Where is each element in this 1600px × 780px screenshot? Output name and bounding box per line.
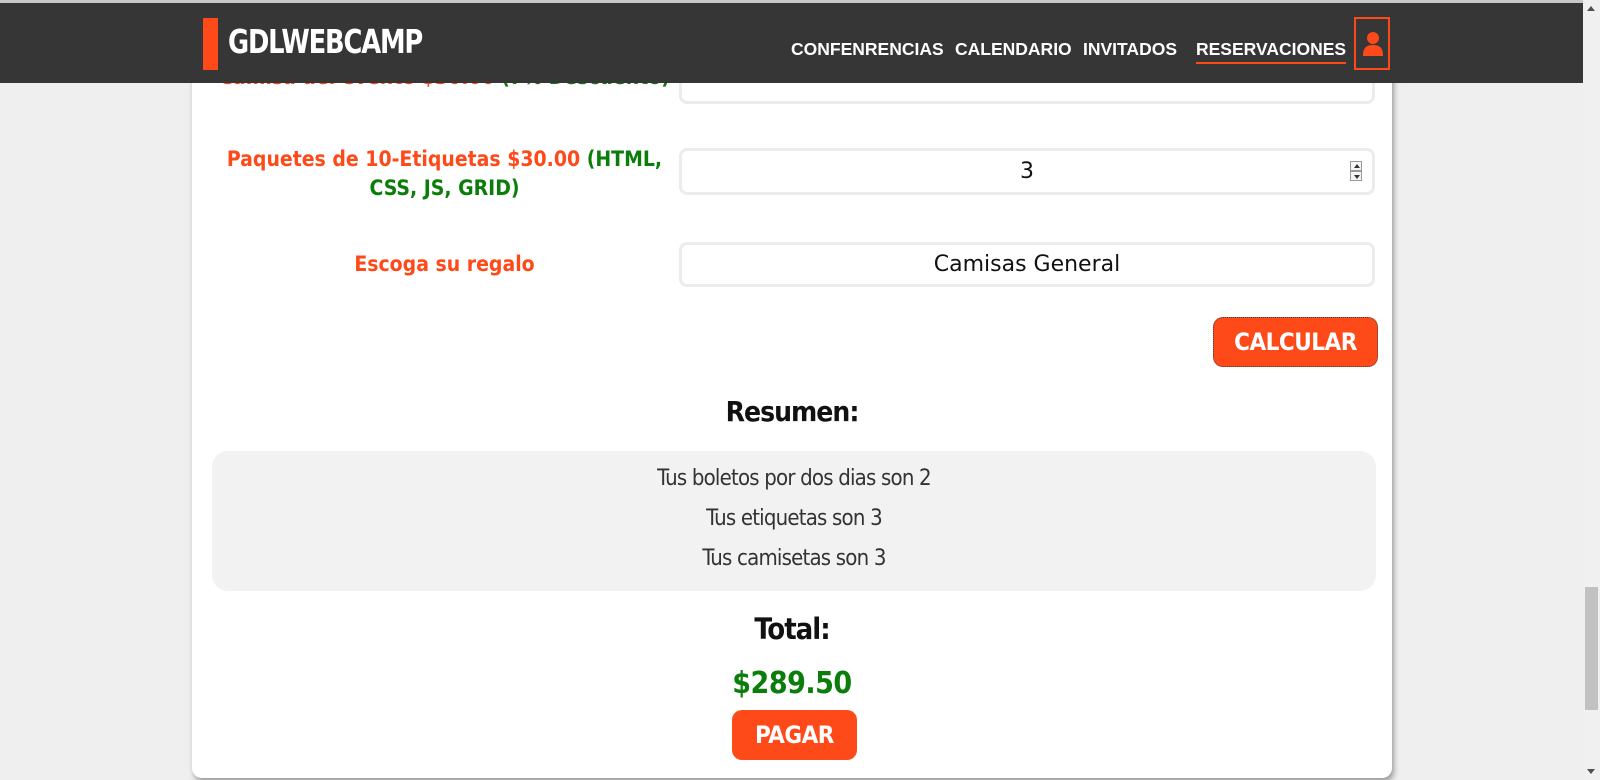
vertical-scrollbar[interactable] <box>1583 0 1600 780</box>
scroll-thumb[interactable] <box>1585 587 1598 710</box>
resumen-box: Tus boletos por dos dias son 2 Tus etiqu… <box>212 451 1376 591</box>
spin-up-icon[interactable] <box>1350 161 1362 171</box>
paquetes-label: Paquetes de 10-Etiquetas $30.00 (HTML, C… <box>217 145 672 203</box>
resumen-title: Resumen: <box>725 395 860 428</box>
total-amount: $289.50 <box>732 666 852 701</box>
pagar-button[interactable]: PAGAR <box>732 710 857 760</box>
paquetes-quantity-stepper[interactable] <box>1350 161 1362 181</box>
regalo-label: Escoga su regalo <box>354 252 535 276</box>
page: Camisa del evento $30.00 (7% Descuento) … <box>0 0 1600 780</box>
resumen-line: Tus boletos por dos dias son 2 <box>657 466 932 491</box>
site-header: GDLWEBCAMP CONFENRENCIAS CALENDARIO INVI… <box>0 3 1583 83</box>
logo-bar <box>203 18 218 70</box>
calcular-button[interactable]: CALCULAR <box>1213 317 1378 367</box>
site-logo[interactable]: GDLWEBCAMP <box>228 22 423 61</box>
nav-reservaciones[interactable]: RESERVACIONES <box>1196 39 1347 64</box>
paquetes-quantity-input[interactable]: 3 <box>679 148 1375 195</box>
paquetes-label-main: Paquetes de 10-Etiquetas $30.00 <box>226 147 581 171</box>
login-button[interactable] <box>1354 17 1390 70</box>
resumen-line: Tus camisetas son 3 <box>702 546 886 571</box>
nav-conferencias[interactable]: CONFENRENCIAS <box>791 39 944 60</box>
user-icon <box>1363 32 1383 56</box>
scroll-down-icon[interactable] <box>1587 769 1595 774</box>
total-title: Total: <box>754 612 830 646</box>
nav-calendario[interactable]: CALENDARIO <box>955 39 1072 60</box>
nav-invitados[interactable]: INVITADOS <box>1083 39 1177 60</box>
spin-down-icon[interactable] <box>1350 171 1362 181</box>
resumen-line: Tus etiquetas son 3 <box>706 506 883 531</box>
paquetes-quantity-value: 3 <box>1020 159 1034 184</box>
regalo-select[interactable]: Camisas General <box>679 242 1375 287</box>
scroll-up-icon[interactable] <box>1587 6 1595 11</box>
